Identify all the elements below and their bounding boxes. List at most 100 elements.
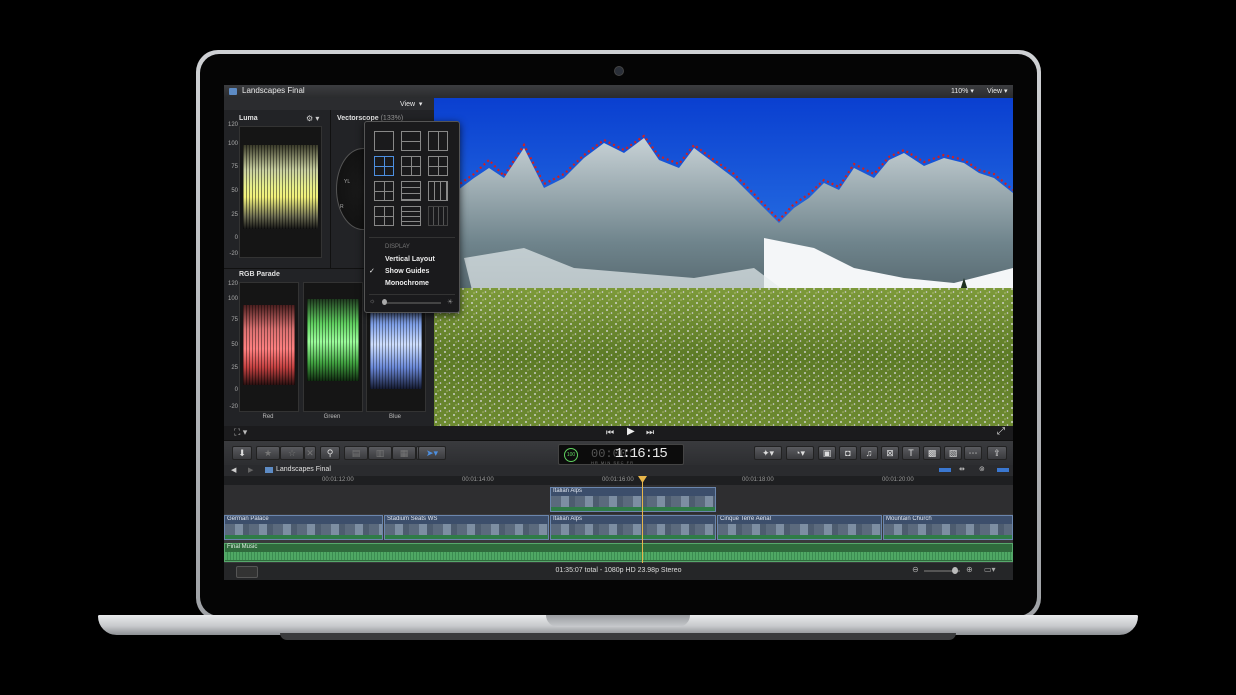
layout-three-icon[interactable] bbox=[428, 156, 448, 176]
clip-italian-alps[interactable]: Italian Alps bbox=[550, 515, 716, 540]
timeline-zoom-thumb[interactable] bbox=[952, 567, 958, 574]
share-icon[interactable]: ⇪ bbox=[987, 446, 1007, 460]
timeline-ruler[interactable]: 00:01:12:00 00:01:14:00 00:01:16:00 00:0… bbox=[224, 476, 1013, 485]
rgb-tick: 50 bbox=[231, 342, 238, 348]
brightness-slider-thumb[interactable] bbox=[382, 299, 387, 305]
brightness-slider[interactable] bbox=[383, 302, 441, 304]
unrate-icon[interactable]: ☆ bbox=[280, 446, 304, 460]
effects-browser-icon[interactable]: ▣ bbox=[818, 446, 836, 460]
layout-columns-icon[interactable] bbox=[428, 181, 448, 201]
rgb-tick: 0 bbox=[234, 387, 238, 393]
timeline-tracks[interactable]: Italian Alps German Palace Stadium Seats… bbox=[224, 485, 1013, 563]
previous-frame-icon[interactable]: ⏮ bbox=[606, 427, 614, 438]
dashboard-timecode[interactable]: 100 00:00: HR MIN SEC FR 1:16:15 bbox=[558, 444, 684, 465]
clip-name: Italian Alps bbox=[553, 488, 583, 494]
forward-arrow-icon[interactable]: ▶ bbox=[248, 466, 253, 474]
clip-audio-waveform bbox=[225, 535, 382, 539]
scopes-footer: ⛶ ▾ bbox=[224, 426, 434, 440]
brightness-high-icon: ☀ bbox=[447, 299, 454, 306]
checkmark-icon: ✓ bbox=[369, 268, 375, 275]
vertical-layout-item[interactable]: Vertical Layout bbox=[385, 256, 435, 263]
zoom-menu[interactable]: 110% ▾ bbox=[951, 87, 974, 95]
layout-stripes-icon[interactable] bbox=[401, 206, 421, 226]
viewer-frame bbox=[434, 98, 1013, 426]
camera-icon bbox=[614, 66, 624, 76]
reject-icon[interactable]: ✕ bbox=[304, 446, 316, 460]
photos-browser-icon[interactable]: ◘ bbox=[839, 446, 857, 460]
append-clip-icon[interactable]: ▦ bbox=[392, 446, 416, 460]
clip-german-palace[interactable]: German Palace bbox=[224, 515, 383, 540]
luma-tick: 100 bbox=[227, 141, 238, 147]
next-frame-icon[interactable]: ⏭ bbox=[646, 427, 654, 438]
import-icon[interactable]: ⬇ bbox=[232, 446, 252, 460]
themes-browser-icon[interactable]: ▧ bbox=[944, 446, 962, 460]
layout-quad-icon[interactable] bbox=[401, 156, 421, 176]
snapping-icon[interactable] bbox=[997, 468, 1009, 472]
clip-audio-waveform bbox=[551, 507, 715, 511]
zoom-out-icon[interactable]: ⊖ bbox=[912, 565, 919, 574]
monochrome-item[interactable]: Monochrome bbox=[385, 280, 429, 287]
rgb-parade-title: RGB Parade bbox=[239, 271, 280, 278]
playhead[interactable] bbox=[642, 476, 643, 563]
clip-name: Italian Alps bbox=[553, 516, 583, 522]
back-arrow-icon[interactable]: ◀ bbox=[231, 466, 236, 474]
generators-browser-icon[interactable]: ▩ bbox=[923, 446, 941, 460]
clip-thumbnails bbox=[551, 524, 715, 535]
luma-title: Luma bbox=[239, 115, 258, 122]
music-browser-icon[interactable]: ♫ bbox=[860, 446, 878, 460]
inspector-icon[interactable]: ⋯ bbox=[964, 446, 982, 460]
select-tool-icon[interactable]: ➤▾ bbox=[418, 446, 446, 460]
scopes-view-button[interactable]: View ▾ bbox=[400, 100, 422, 108]
fullscreen-icon[interactable]: ⤢ bbox=[997, 426, 1005, 437]
clip-stadium-seats-ws[interactable]: Stadium Seats WS bbox=[384, 515, 549, 540]
layout-grid-icon[interactable] bbox=[374, 181, 394, 201]
zoom-in-icon[interactable]: ⊕ bbox=[966, 565, 973, 574]
scopes-view-label: View bbox=[400, 101, 416, 108]
ruler-mark: 00:01:16:00 bbox=[602, 477, 634, 483]
rgb-tick: 100 bbox=[227, 296, 238, 302]
rgb-tick: 120 bbox=[227, 281, 238, 287]
luma-tick: 75 bbox=[231, 164, 238, 170]
layout-rows-icon[interactable] bbox=[401, 181, 421, 201]
viewer-view-menu[interactable]: View ▾ bbox=[987, 87, 1008, 95]
clip-mountain-church[interactable]: Mountain Church bbox=[883, 515, 1013, 540]
audio-skimming-icon[interactable]: ⊚ bbox=[979, 465, 985, 473]
transform-crop-icon[interactable]: ⛶ ▾ bbox=[234, 427, 247, 438]
layout-two-stack-icon[interactable] bbox=[401, 131, 421, 151]
show-guides-item[interactable]: Show Guides bbox=[385, 268, 429, 275]
vectorscope-marker: R bbox=[340, 204, 344, 210]
enhancements-icon[interactable]: ✦▾ bbox=[754, 446, 782, 460]
clip-thumbnails bbox=[551, 496, 715, 507]
layout-quad-selected-icon[interactable] bbox=[374, 156, 394, 176]
layout-four-icon[interactable] bbox=[374, 206, 394, 226]
layout-two-side-icon[interactable] bbox=[428, 131, 448, 151]
project-icon bbox=[229, 88, 237, 95]
connect-clip-icon[interactable]: ▤ bbox=[344, 446, 368, 460]
blue-channel-label: Blue bbox=[388, 414, 401, 420]
vectorscope-marker: YL bbox=[344, 179, 351, 185]
audio-clip-final-music[interactable]: Final Music bbox=[224, 543, 1013, 562]
clip-appearance-menu-icon[interactable]: ▭▾ bbox=[984, 565, 996, 574]
background-tasks-indicator[interactable]: 100 bbox=[564, 448, 578, 462]
retime-icon[interactable]: ◔▾ bbox=[786, 446, 814, 460]
clip-appearance-icon[interactable] bbox=[939, 468, 951, 472]
connected-clip-italian-alps[interactable]: Italian Alps bbox=[550, 487, 716, 512]
scope-divider bbox=[330, 110, 331, 268]
transitions-browser-icon[interactable]: ⊠ bbox=[881, 446, 899, 460]
titles-browser-icon[interactable]: T bbox=[902, 446, 920, 460]
viewer[interactable] bbox=[434, 98, 1013, 426]
insert-clip-icon[interactable]: ▥ bbox=[368, 446, 392, 460]
timeline-project-name: Landscapes Final bbox=[276, 466, 331, 473]
ruler-mark: 00:01:18:00 bbox=[742, 477, 774, 483]
viewer-transport: ⏮ ▶ ⏭ ⤢ bbox=[434, 426, 1013, 440]
layout-single-icon[interactable] bbox=[374, 131, 394, 151]
play-icon[interactable]: ▶ bbox=[627, 426, 635, 437]
keyword-icon[interactable]: ⚲ bbox=[320, 446, 340, 460]
luma-settings-gear-icon[interactable]: ⚙ ▾ bbox=[306, 114, 319, 123]
clip-thumbnails bbox=[225, 524, 382, 535]
favorite-icon[interactable]: ★ bbox=[256, 446, 280, 460]
layout-disabled-icon bbox=[428, 206, 448, 226]
luma-tick: 50 bbox=[231, 188, 238, 194]
clip-cinque-terre-aerial[interactable]: Cinque Terre Aerial bbox=[717, 515, 882, 540]
skimming-icon[interactable]: ⇹ bbox=[959, 465, 965, 473]
